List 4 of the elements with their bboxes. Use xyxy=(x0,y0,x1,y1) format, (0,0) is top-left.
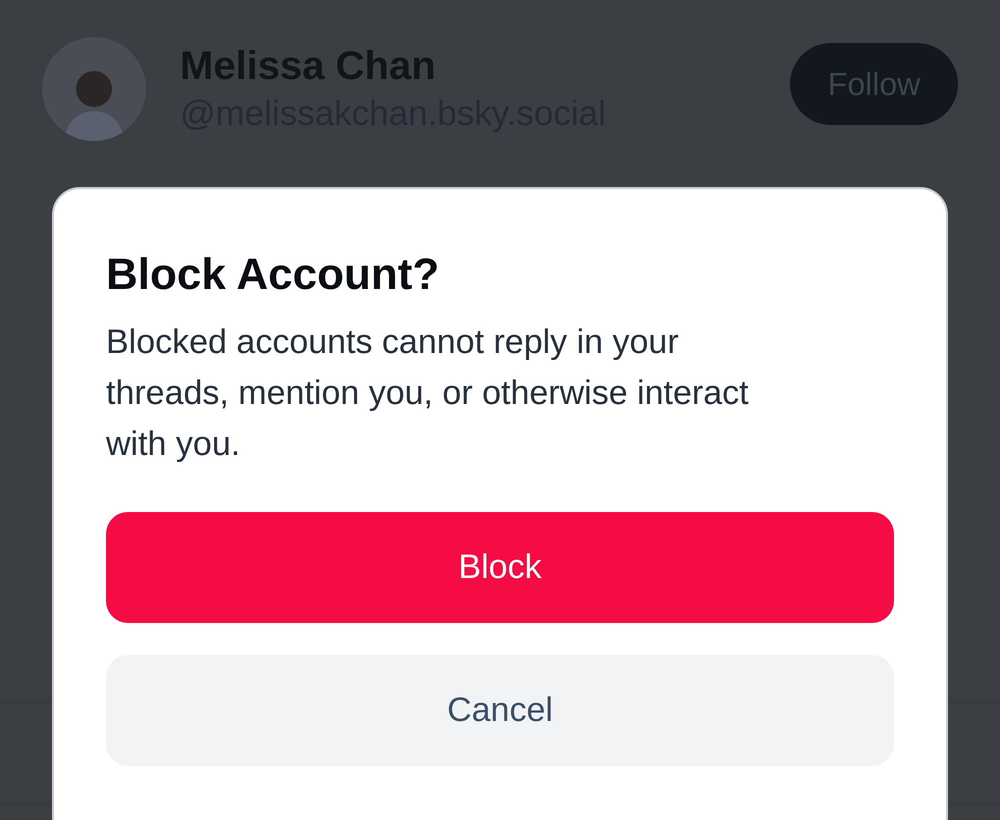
block-button[interactable]: Block xyxy=(106,512,894,623)
dialog-message: Blocked accounts cannot reply in your threads, mention you, or otherwise interact with you. xyxy=(106,322,750,465)
dialog-title: Block Account? xyxy=(106,249,440,301)
cancel-button[interactable]: Cancel xyxy=(106,655,894,766)
